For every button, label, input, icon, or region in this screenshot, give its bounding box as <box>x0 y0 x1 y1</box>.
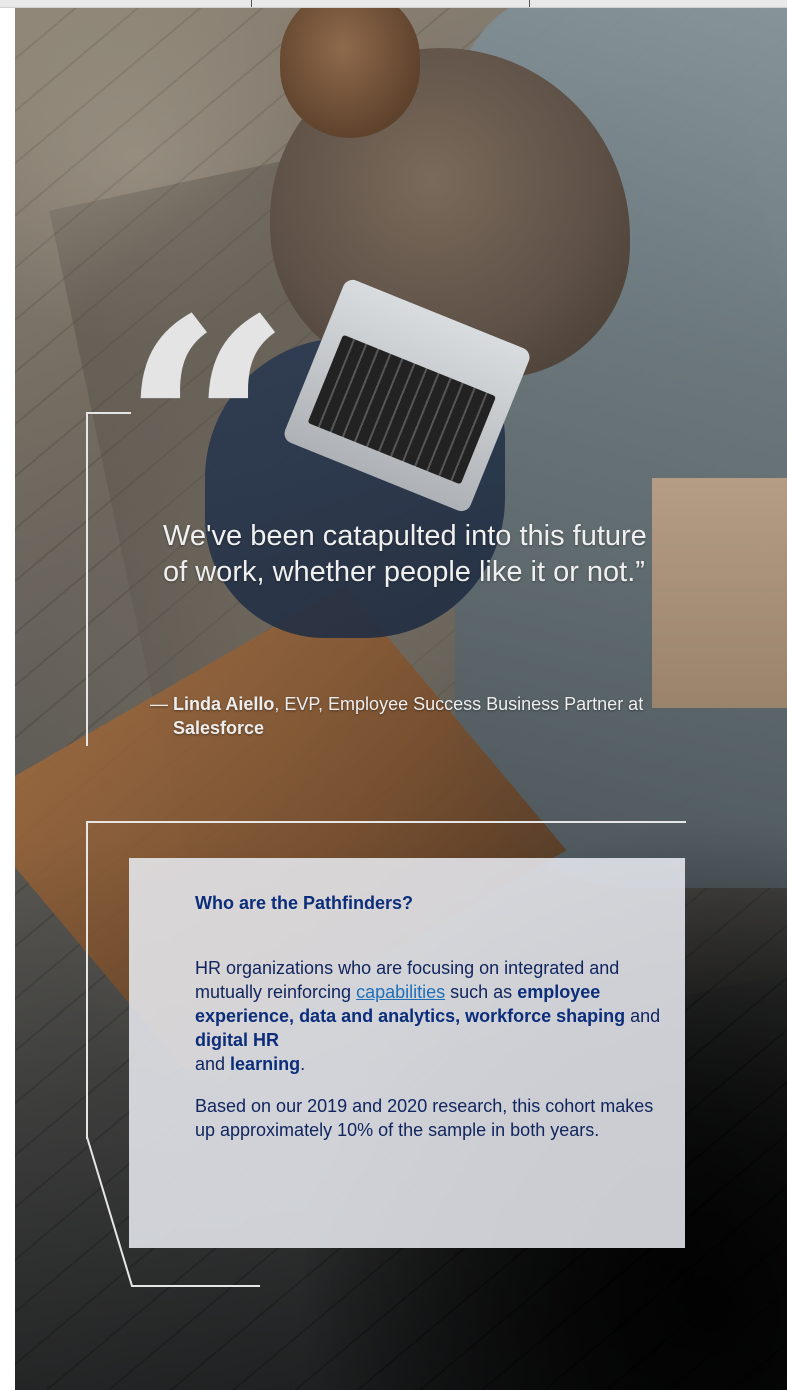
panel-title: Who are the Pathfinders? <box>195 893 414 913</box>
quote-bracket-left <box>86 412 88 746</box>
panel-paragraph-definition: HR organizations who are focusing on int… <box>195 958 661 1074</box>
capabilities-link[interactable]: capabilities <box>356 982 445 1002</box>
author-role: , EVP, Employee Success Business Partner… <box>274 694 644 714</box>
panel-bracket-left <box>86 821 88 1139</box>
attribution-dash: — <box>150 694 168 714</box>
panel-bracket-top <box>86 821 686 823</box>
quote-text: We've been catapulted into this future o… <box>163 520 647 588</box>
top-tab-strip <box>0 0 787 8</box>
panel-paragraph-research: Based on our 2019 and 2020 research, thi… <box>195 1096 654 1140</box>
author-name: Linda Aiello <box>173 694 275 714</box>
quote-icon: “ <box>120 253 293 606</box>
pathfinders-panel: Who are the Pathfinders? HR organization… <box>129 858 685 1248</box>
tab-divider <box>251 0 252 7</box>
tab-divider <box>529 0 530 7</box>
author-company: Salesforce <box>173 718 265 738</box>
